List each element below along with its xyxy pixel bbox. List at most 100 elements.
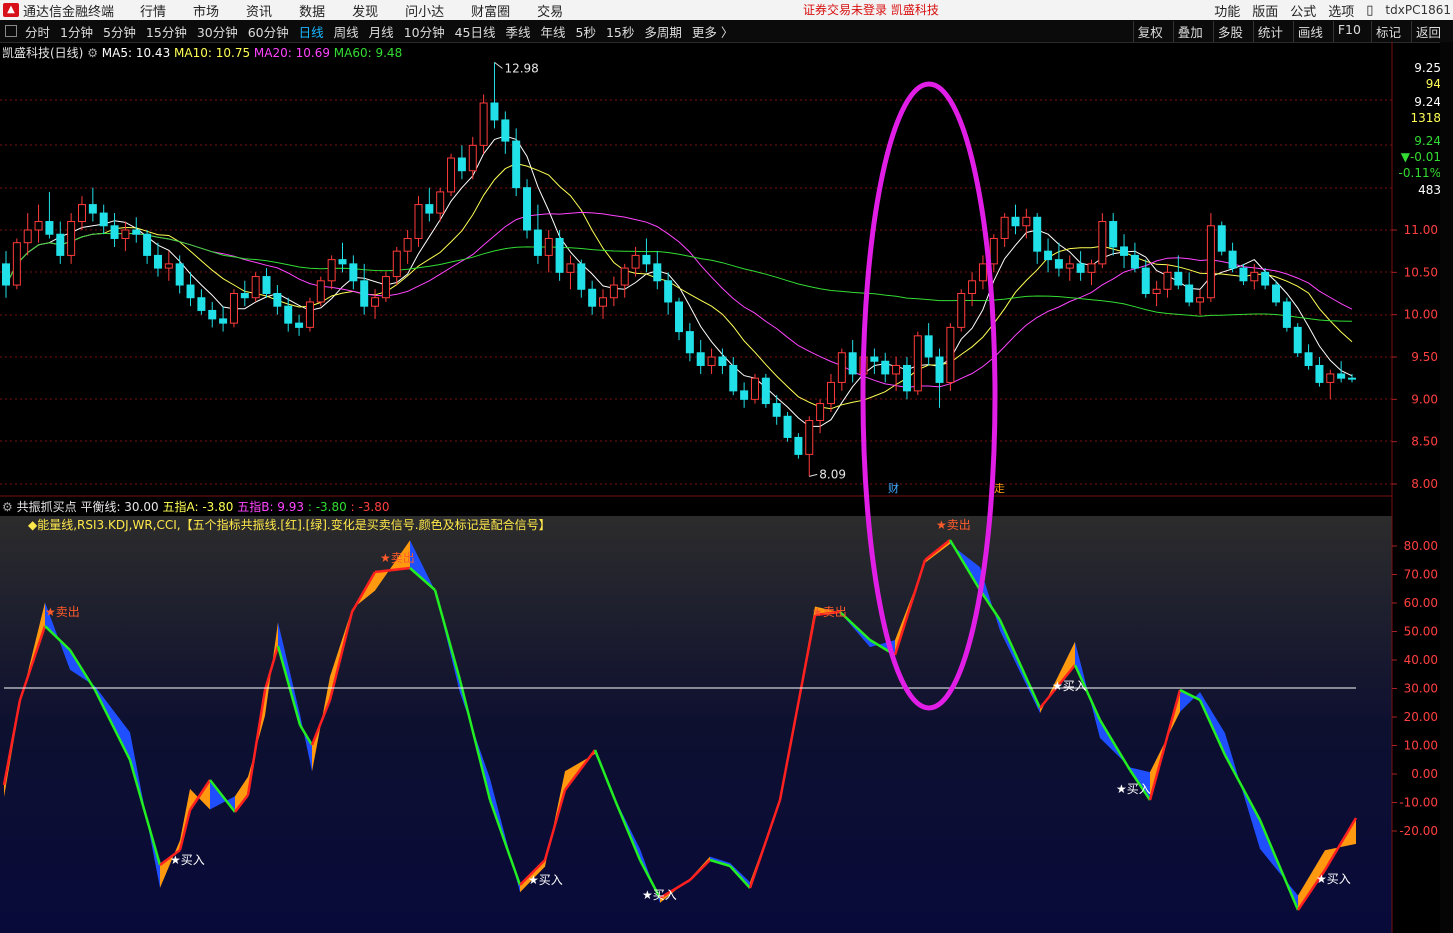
indicator-tick: 0.00	[1411, 767, 1438, 781]
candle-up	[468, 144, 477, 172]
ma5-line	[5, 135, 1353, 427]
candle-up	[1065, 263, 1074, 269]
candle-down	[523, 187, 532, 231]
settings-icon[interactable]: ⚙	[2, 500, 13, 514]
sell-signal: ★卖出	[936, 518, 971, 532]
indicator-tick: 70.00	[1404, 568, 1438, 582]
candle-up	[805, 420, 814, 455]
quote-value: 1318	[1410, 111, 1441, 125]
candle-down	[1054, 259, 1063, 269]
candle-down	[273, 293, 282, 307]
candle-down	[1120, 246, 1129, 256]
candle-up	[599, 297, 608, 307]
candle-down	[490, 102, 499, 121]
buy-signal: ★买入	[528, 873, 563, 887]
candle-up	[67, 221, 76, 256]
candle-up	[1022, 216, 1031, 227]
indicator-legend: ⚙ 共振抓买点 平衡线: 30.00 五指A: -3.80 五指B: 9.93 …	[2, 498, 390, 515]
buy-signal: ★买入	[1116, 782, 1151, 796]
price-tick: 9.00	[1411, 392, 1438, 406]
candle-down	[1217, 225, 1226, 252]
balance-label: 平衡线: 30.00	[80, 500, 159, 514]
price-tick: 9.50	[1411, 350, 1438, 364]
settings-icon[interactable]: ⚙	[87, 46, 98, 60]
candle-down	[1130, 254, 1139, 269]
indicator-tick: 20.00	[1404, 710, 1438, 724]
low-pointer	[809, 473, 818, 477]
candle-down	[457, 157, 466, 172]
indicator-name[interactable]: 共振抓买点	[17, 500, 77, 514]
main-legend: 凯盛科技(日线) ⚙ MA5: 10.43 MA10: 10.75 MA20: …	[2, 44, 402, 61]
candle-up	[316, 280, 325, 303]
candle-up	[707, 356, 716, 366]
indicator-tick: -10.00	[1399, 796, 1438, 810]
candle-down	[349, 263, 358, 282]
candle-down	[208, 309, 217, 320]
candle-down	[870, 356, 879, 362]
candle-down	[1261, 271, 1270, 286]
candle-up	[77, 204, 86, 223]
candle-up	[447, 157, 456, 193]
candle-down	[1337, 373, 1346, 379]
candle-up	[479, 102, 488, 146]
indicator-tick: 60.00	[1404, 596, 1438, 610]
candle-up	[826, 381, 835, 405]
candle-up	[392, 250, 401, 278]
candle-up	[544, 237, 553, 256]
candle-down	[675, 301, 683, 333]
candle-down	[653, 263, 662, 282]
candle-down	[935, 356, 944, 383]
candle-up	[327, 259, 336, 282]
candles	[2, 62, 1356, 477]
candle-up	[23, 229, 32, 244]
candle-down	[295, 322, 304, 328]
axes: 11.00 10.50 10.00 9.50 9.00 8.50 8.00 9.25 94 9.2…	[1392, 61, 1441, 838]
candle-down	[881, 360, 890, 375]
indicator-background	[0, 516, 1392, 933]
candle-down	[1033, 216, 1042, 252]
candle-down	[1109, 221, 1118, 248]
kline-chart[interactable]: ★卖出 ★卖出 ★卖出 ★卖出 ★买入 ★买入 ★买入 ★买入 ★买入 ★买入 11.00 10.5…	[0, 0, 1453, 933]
high-pointer	[494, 61, 503, 69]
candle-down	[1293, 326, 1302, 354]
candle-down	[642, 254, 651, 265]
candle-down	[1141, 267, 1150, 295]
trend-marker: 走	[994, 482, 1005, 495]
sell-signal: ★卖出	[45, 605, 80, 619]
candle-down	[153, 254, 162, 269]
stock-title[interactable]: 凯盛科技(日线)	[2, 46, 83, 60]
price-tick: 10.50	[1404, 265, 1438, 279]
price-tick: 10.00	[1404, 308, 1438, 322]
quote-value: 9.24	[1414, 95, 1441, 109]
quote-value: -0.11%	[1399, 166, 1441, 180]
candle-down	[740, 390, 749, 400]
candle-up	[816, 403, 825, 422]
indicator-tick: 50.00	[1404, 625, 1438, 639]
candle-up	[121, 229, 130, 239]
candle-up	[164, 263, 173, 269]
candle-down	[1315, 364, 1324, 383]
candle-up	[620, 267, 629, 286]
candle-up	[978, 263, 987, 282]
candle-up	[34, 221, 43, 231]
candle-up	[371, 297, 380, 307]
candle-down	[186, 284, 195, 299]
price-tick: 8.50	[1411, 435, 1438, 449]
candle-down	[794, 436, 803, 455]
right-quote-strip	[1440, 42, 1453, 933]
index-c-label: : -3.80	[307, 500, 347, 514]
candle-up	[436, 191, 445, 214]
candle-up	[1326, 373, 1335, 383]
candle-down	[1076, 263, 1085, 273]
candle-down	[110, 225, 119, 239]
indicator-note: ◆能量线,RSI3.KDJ,WR,CCI,【五个指标共振线.[红].[绿].变化…	[28, 518, 551, 532]
candle-up	[381, 276, 390, 299]
indicator-tick: 10.00	[1404, 739, 1438, 753]
candle-up	[1250, 271, 1259, 282]
candle-up	[892, 364, 901, 375]
indicator-tick: -20.00	[1399, 824, 1438, 838]
candle-down	[1174, 271, 1183, 286]
index-a-label: 五指A: -3.80	[162, 500, 234, 514]
candle-down	[512, 140, 521, 189]
moving-averages	[5, 135, 1353, 427]
